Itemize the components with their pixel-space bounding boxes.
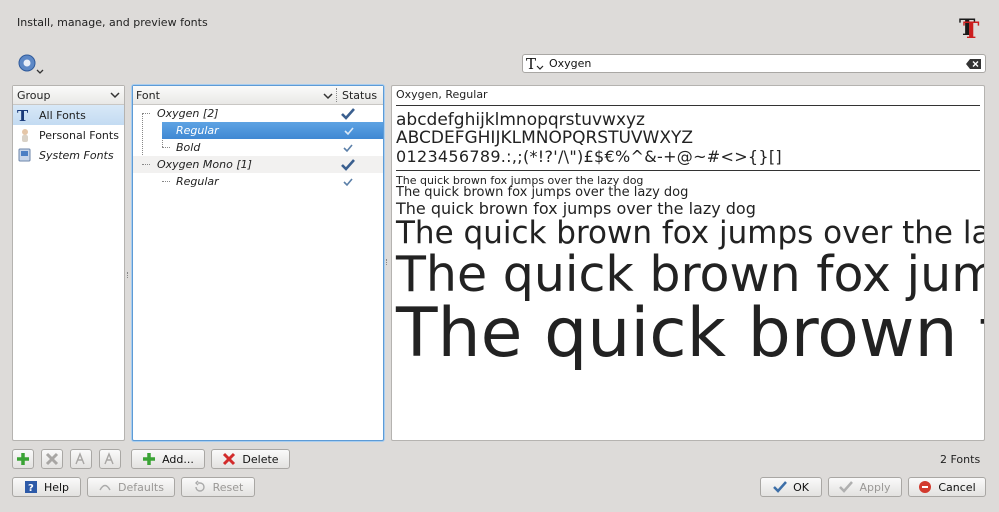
tree-branch-line: [142, 113, 150, 114]
help-label: Help: [43, 480, 70, 494]
column-divider: [336, 88, 337, 102]
delete-icon: [223, 452, 236, 466]
preview-sample-13: The quick brown fox jumps over the lazy …: [396, 185, 689, 200]
help-icon: ?: [24, 481, 37, 494]
font-enable-icon: [75, 452, 85, 465]
tree-branch-line: [162, 181, 170, 182]
ok-button[interactable]: OK: [760, 477, 822, 497]
preview-uppercase: ABCDEFGHIJKLMNOPQRSTUVWXYZ: [396, 128, 694, 148]
search-input[interactable]: Oxygen: [549, 57, 966, 70]
reset-button[interactable]: Reset: [181, 477, 255, 497]
tree-branch-line: [142, 164, 150, 165]
plus-icon: [17, 453, 29, 465]
enabled-check-icon[interactable]: [341, 142, 355, 154]
splitter-handle[interactable]: [386, 259, 389, 265]
apply-button[interactable]: Apply: [828, 477, 902, 497]
defaults-label: Defaults: [118, 480, 164, 494]
svg-text:?: ?: [28, 483, 34, 494]
font-disable-icon: [104, 452, 114, 465]
preview-digits-symbols: 0123456789.:,;(*!?'/\")£$€%^&-+@~#<>{}[]: [396, 147, 782, 166]
font-row-label: Oxygen Mono [1]: [157, 158, 252, 171]
preview-font-title: Oxygen, Regular: [396, 88, 488, 101]
disable-group-button[interactable]: [99, 449, 121, 469]
svg-text:T: T: [17, 107, 29, 123]
preview-sample-68: The quick brown fox jumps over the lazy …: [396, 294, 984, 373]
window-header-title: Install, manage, and preview fonts: [17, 16, 208, 29]
preview-lowercase: abcdefghijklmnopqrstuvwxyz: [396, 110, 645, 130]
cancel-label: Cancel: [938, 480, 976, 494]
font-type-icon: T: [526, 55, 544, 72]
delete-font-label: Delete: [242, 452, 279, 466]
font-row-label: Regular: [176, 175, 219, 188]
plus-icon: [143, 453, 156, 465]
font-column-header[interactable]: Font Status: [133, 86, 383, 105]
add-group-button[interactable]: [12, 449, 34, 469]
preview-divider: [396, 105, 980, 106]
enabled-check-icon[interactable]: [341, 158, 355, 171]
defaults-button[interactable]: Defaults: [87, 477, 175, 497]
group-item-label: All Fonts: [39, 108, 86, 122]
font-column-label: Font: [136, 88, 160, 102]
apply-label: Apply: [859, 480, 891, 494]
tree-branch-line: [162, 147, 170, 148]
cancel-button[interactable]: Cancel: [908, 477, 986, 497]
reset-label: Reset: [212, 480, 244, 494]
font-manager-logo-icon: T T: [959, 15, 980, 40]
group-item-system-fonts[interactable]: System Fonts: [13, 145, 124, 165]
font-count-label: 2 Fonts: [940, 453, 981, 466]
group-item-label: System Fonts: [39, 148, 114, 162]
font-family-row-oxygen-mono[interactable]: Oxygen Mono [1]: [133, 156, 383, 173]
font-family-row-oxygen[interactable]: Oxygen [2]: [133, 105, 383, 122]
status-column-label: Status: [342, 88, 378, 102]
chevron-down-icon: [110, 92, 120, 99]
cancel-icon: [919, 481, 932, 493]
enabled-check-icon[interactable]: [341, 176, 355, 188]
gear-icon: [18, 54, 44, 74]
remove-group-button[interactable]: [41, 449, 63, 469]
font-preview-panel: Oxygen, Regular abcdefghijklmnopqrstuvwx…: [391, 85, 985, 441]
chevron-down-icon: [323, 93, 333, 100]
reset-icon: [194, 480, 205, 492]
font-style-row-oxygen-regular[interactable]: Regular: [162, 122, 383, 139]
font-row-label: Oxygen [2]: [157, 107, 219, 120]
group-item-label: Personal Fonts: [39, 128, 119, 142]
enabled-check-icon[interactable]: [341, 107, 355, 120]
user-icon: [22, 129, 28, 142]
add-font-label: Add...: [162, 452, 194, 466]
group-column-label: Group: [17, 88, 51, 102]
defaults-icon: [99, 484, 111, 491]
ok-label: OK: [793, 480, 809, 494]
help-button[interactable]: ? Help: [12, 477, 81, 497]
all-fonts-icon: T: [17, 107, 29, 123]
check-icon: [839, 481, 854, 493]
remove-icon: [45, 452, 59, 466]
font-list-panel[interactable]: Font Status Oxygen [2] Regular Bold Oxyg…: [132, 85, 384, 441]
settings-menu-button[interactable]: [16, 53, 46, 77]
group-column-header[interactable]: Group: [13, 86, 124, 105]
font-style-row-oxygen-mono-regular[interactable]: Regular: [133, 173, 383, 190]
font-style-row-oxygen-bold[interactable]: Bold: [133, 139, 383, 156]
clear-icon[interactable]: [966, 58, 982, 70]
system-computer-icon: [18, 148, 31, 162]
check-icon: [773, 481, 787, 493]
enabled-check-icon[interactable]: [342, 125, 356, 137]
add-font-button[interactable]: Add...: [131, 449, 205, 469]
preview-divider: [396, 170, 980, 171]
font-search-field[interactable]: T Oxygen: [522, 54, 986, 73]
svg-text:T: T: [526, 55, 536, 72]
group-item-personal-fonts[interactable]: Personal Fonts: [13, 125, 124, 145]
group-list-panel[interactable]: Group T All Fonts Personal Fonts System …: [12, 85, 125, 441]
enable-group-button[interactable]: [70, 449, 92, 469]
delete-font-button[interactable]: Delete: [211, 449, 290, 469]
svg-text:T: T: [963, 18, 980, 40]
splitter-handle[interactable]: [127, 272, 130, 278]
font-row-label: Regular: [176, 124, 219, 137]
font-tree: Oxygen [2] Regular Bold Oxygen Mono [1] …: [133, 105, 383, 189]
font-row-label: Bold: [176, 141, 201, 154]
group-item-all-fonts[interactable]: T All Fonts: [13, 105, 124, 125]
